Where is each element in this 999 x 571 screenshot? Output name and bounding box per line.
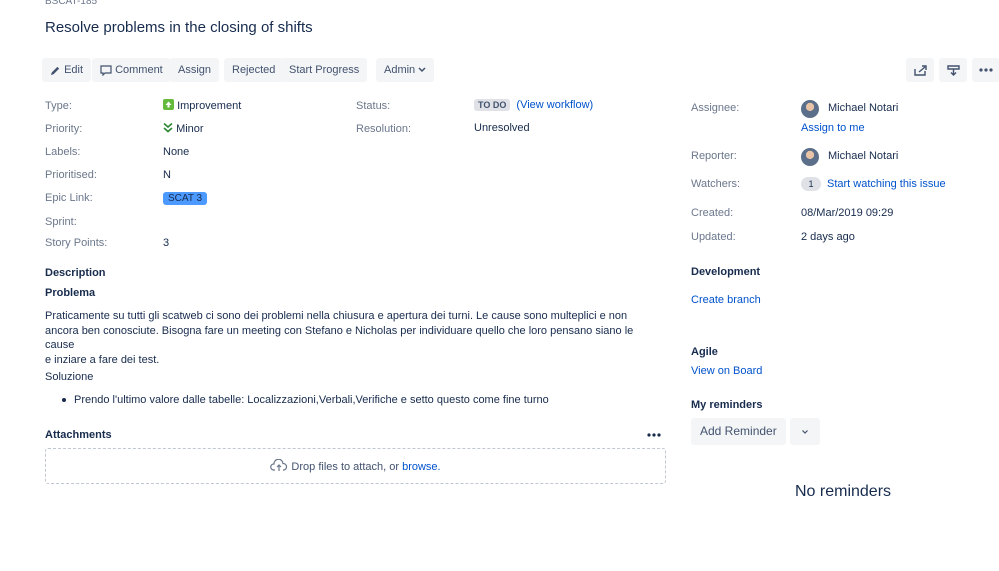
development-heading: Development	[691, 266, 761, 278]
priority-value-text: Minor	[176, 123, 204, 135]
type-value-text: Improvement	[177, 100, 242, 112]
reminder-dropdown-button[interactable]	[790, 418, 820, 445]
solution-heading: Soluzione	[45, 371, 94, 383]
priority-label: Priority:	[45, 123, 83, 135]
reporter-label: Reporter:	[691, 150, 737, 162]
edit-button[interactable]: Edit	[42, 58, 92, 82]
reminders-heading: My reminders	[691, 399, 763, 411]
edit-button-label: Edit	[64, 64, 84, 76]
prioritised-label: Prioritised:	[45, 169, 97, 181]
export-icon	[946, 64, 960, 76]
issue-key[interactable]: BSCAT-185	[45, 0, 97, 7]
create-branch-link[interactable]: Create branch	[691, 294, 761, 306]
status-badge[interactable]: TO DO	[474, 99, 511, 112]
bullet-icon	[62, 398, 66, 403]
epic-link-label: Epic Link:	[45, 192, 93, 204]
solution-item-text: Prendo l'ultimo valore dalle tabelle: Lo…	[74, 394, 549, 406]
browse-link[interactable]: browse.	[402, 461, 441, 473]
labels-label: Labels:	[45, 146, 81, 158]
view-workflow-link[interactable]: (View workflow)	[516, 99, 593, 111]
ellipsis-icon	[979, 64, 993, 76]
agile-heading: Agile	[691, 346, 718, 358]
attachments-options-button[interactable]	[647, 428, 661, 440]
add-reminder-button[interactable]: Add Reminder	[691, 418, 786, 445]
share-icon	[913, 64, 927, 76]
reporter-avatar	[801, 148, 819, 166]
epic-link-chip[interactable]: SCAT 3	[163, 192, 208, 205]
type-label: Type:	[45, 100, 72, 112]
story-points-value: 3	[163, 237, 170, 249]
updated-value: 2 days ago	[801, 231, 855, 243]
cloud-upload-icon	[270, 458, 291, 473]
start-progress-button[interactable]: Start Progress	[281, 58, 368, 82]
story-points-label: Story Points:	[45, 237, 108, 249]
attachments-heading: Attachments	[45, 429, 112, 441]
priority-value: Minor	[163, 122, 204, 135]
watchers-count-badge[interactable]: 1	[801, 177, 821, 191]
sprint-label: Sprint:	[45, 216, 77, 228]
created-label: Created:	[691, 207, 734, 219]
status-value: TO DO (View workflow)	[474, 99, 593, 112]
reporter-name[interactable]: Michael Notari	[828, 150, 898, 162]
improvement-icon	[163, 99, 177, 112]
more-actions-button[interactable]	[972, 58, 999, 82]
export-button[interactable]	[939, 58, 967, 82]
assignee-label: Assignee:	[691, 102, 740, 114]
assignee-name[interactable]: Michael Notari	[828, 102, 898, 114]
status-label: Status:	[356, 100, 391, 112]
problem-heading: Problema	[45, 287, 96, 299]
comment-button[interactable]: Comment	[92, 58, 171, 82]
start-watching-link[interactable]: Start watching this issue	[827, 178, 946, 190]
problem-line: ancora ben conosciute. Bisogna fare un m…	[45, 324, 634, 352]
resolution-label: Resolution:	[356, 123, 412, 135]
admin-button[interactable]: Admin	[376, 58, 435, 82]
labels-value: None	[163, 146, 190, 158]
problem-line: e inziare a fare dei test.	[45, 353, 160, 366]
problem-text: Praticamente su tutti gli scatweb ci son…	[45, 309, 645, 367]
solution-list-item: Prendo l'ultimo valore dalle tabelle: Lo…	[62, 394, 549, 406]
speech-bubble-icon	[100, 64, 115, 77]
assignee-avatar	[801, 100, 819, 118]
issue-title: Resolve problems in the closing of shift…	[45, 19, 313, 36]
dropzone-text: Drop files to attach, or	[291, 461, 400, 473]
type-value: Improvement	[163, 99, 241, 112]
chevron-down-icon	[802, 425, 808, 437]
admin-button-label: Admin	[384, 64, 416, 76]
share-button[interactable]	[906, 58, 934, 82]
assign-to-me-link[interactable]: Assign to me	[801, 122, 865, 134]
prioritised-value: N	[163, 169, 171, 181]
no-reminders-text: No reminders	[795, 483, 892, 500]
attachment-dropzone[interactable]: Drop files to attach, or browse.	[45, 448, 666, 484]
assign-button[interactable]: Assign	[170, 58, 220, 82]
chevron-down-icon	[418, 64, 426, 76]
problem-line: Praticamente su tutti gli scatweb ci son…	[45, 310, 628, 322]
pencil-icon	[50, 64, 64, 76]
description-heading: Description	[45, 267, 106, 279]
watchers-label: Watchers:	[691, 178, 741, 190]
comment-button-label: Comment	[115, 64, 163, 76]
created-value: 08/Mar/2019 09:29	[801, 207, 894, 219]
double-chevron-down-icon	[163, 122, 176, 135]
updated-label: Updated:	[691, 231, 736, 243]
view-on-board-link[interactable]: View on Board	[691, 365, 762, 377]
resolution-value: Unresolved	[474, 122, 530, 134]
rejected-button[interactable]: Rejected	[224, 58, 284, 82]
ellipsis-icon	[647, 428, 661, 440]
